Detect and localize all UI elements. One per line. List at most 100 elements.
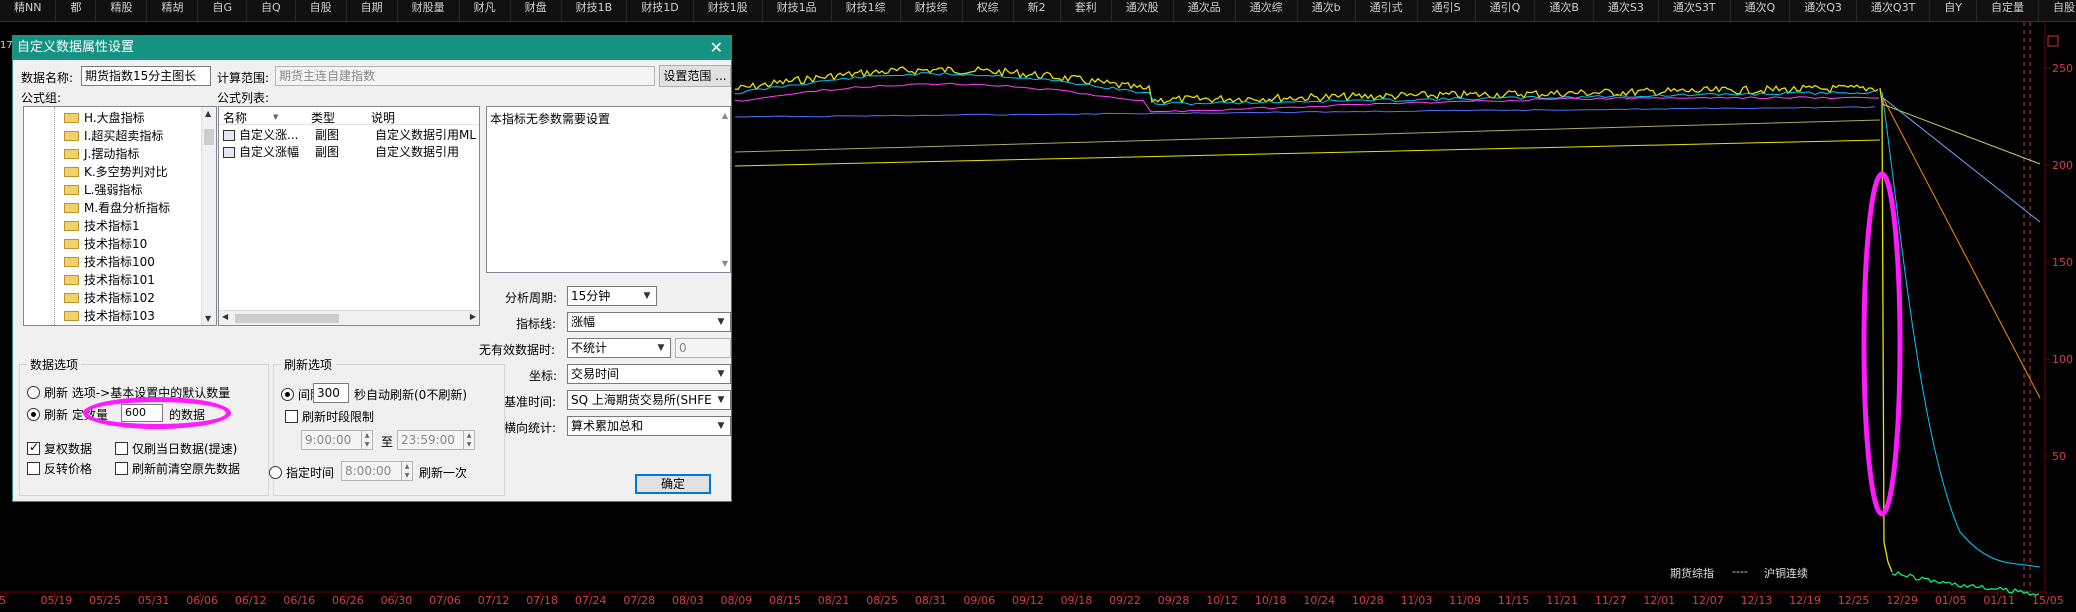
header-type[interactable]: 类型: [311, 109, 335, 126]
list-row[interactable]: 自定义涨... 副图 自定义数据引用ML: [223, 127, 479, 144]
list-hscrollbar[interactable]: ◀ ▶: [219, 310, 479, 325]
x-tick-label: 01/11: [1983, 594, 2016, 607]
toolbar-item[interactable]: 通次S3T: [1659, 0, 1731, 21]
tree-item[interactable]: 技术指标101: [64, 271, 155, 289]
formula-list[interactable]: 名称 ▼ 类型 说明 自定义涨... 副图 自定义数据引用ML 自定义涨幅 副图 自定义数…: [218, 106, 480, 326]
toolbar-item[interactable]: 都: [56, 0, 97, 21]
interval-input[interactable]: 300: [313, 383, 349, 403]
toolbar-item[interactable]: 通引S: [1418, 0, 1476, 21]
checkbox-icon[interactable]: [285, 410, 298, 423]
tree-item[interactable]: H.大盘指标: [64, 109, 145, 127]
tree-item[interactable]: I.超买超卖指标: [64, 127, 163, 145]
toolbar-item[interactable]: 自Y: [1930, 0, 1978, 21]
toolbar-item[interactable]: 通次S3: [1594, 0, 1659, 21]
checkbox-checked-icon[interactable]: [27, 440, 40, 455]
toolbar-item[interactable]: 财技1品: [763, 0, 832, 21]
toolbar-item[interactable]: 通次b: [1298, 0, 1356, 21]
fixed-time-label: 指定时间: [286, 466, 335, 480]
tree-item[interactable]: 技术指标103: [64, 307, 155, 325]
base-time-select[interactable]: SQ 上海期货交易所(SHFE ▼: [567, 390, 731, 410]
invalid-data-number: 0: [675, 338, 731, 358]
period-select[interactable]: 15分钟 ▼: [567, 286, 657, 306]
toolbar-item[interactable]: 自定量: [1977, 0, 2040, 21]
toolbar-item[interactable]: 自股: [2039, 0, 2076, 21]
scroll-right-icon[interactable]: ▶: [470, 312, 476, 321]
invalid-data-select[interactable]: 不统计 ▼: [567, 338, 671, 358]
horiz-stat-select[interactable]: 算术累加总和 ▼: [567, 416, 731, 436]
tree-item[interactable]: L.强弱指标: [64, 181, 143, 199]
fixed-time-option[interactable]: 指定时间: [269, 464, 334, 481]
data-name-input[interactable]: 期货指数15分主图长: [81, 66, 211, 86]
tree-item[interactable]: 技术指标100: [64, 253, 155, 271]
scroll-down-icon[interactable]: ▼: [205, 314, 211, 323]
param-scroll-up-icon[interactable]: ▲: [722, 111, 728, 120]
toolbar-item[interactable]: 自G: [198, 0, 247, 21]
cb-today[interactable]: 仅刷当日数据(提速): [115, 440, 237, 457]
header-name[interactable]: 名称: [223, 109, 247, 126]
toolbar-item[interactable]: 新2: [1014, 0, 1061, 21]
toolbar-item[interactable]: 财技综: [901, 0, 963, 21]
toolbar-item[interactable]: 精NN: [0, 0, 57, 21]
toolbar-item[interactable]: 精股: [96, 0, 148, 21]
tree-item[interactable]: 技术指标10: [64, 235, 147, 253]
cb-clear[interactable]: 刷新前清空原先数据: [115, 460, 240, 477]
time-from-value: 9:00:00: [305, 433, 352, 447]
x-tick-label: 10/28: [1352, 594, 1384, 607]
cb-reverse[interactable]: 反转价格: [27, 460, 92, 477]
scroll-up-icon[interactable]: ▲: [205, 109, 211, 118]
decay-line-olive: [1881, 103, 2041, 165]
x-tick-label: 07/18: [526, 594, 558, 607]
toolbar-item[interactable]: 通次品: [1174, 0, 1236, 21]
toolbar-item[interactable]: 通次Q: [1731, 0, 1791, 21]
tree-item[interactable]: 技术指标102: [64, 289, 155, 307]
close-icon[interactable]: ✕: [710, 36, 723, 60]
cb-time-limit[interactable]: 刷新时段限制: [285, 408, 374, 425]
list-cell-name: 自定义涨...: [239, 128, 299, 142]
hscroll-thumb[interactable]: [235, 314, 339, 323]
param-scroll-down-icon[interactable]: ▼: [722, 259, 728, 268]
x-tick-label: 12/25: [1837, 594, 1870, 607]
radio-icon[interactable]: [27, 386, 40, 399]
toolbar-item[interactable]: 通引Q: [1476, 0, 1536, 21]
toolbar-item[interactable]: 精胡: [147, 0, 199, 21]
toolbar-item[interactable]: 通次综: [1236, 0, 1298, 21]
toolbar-item[interactable]: 财技1B: [562, 0, 628, 21]
tree-item[interactable]: J.摆动指标: [64, 145, 139, 163]
cb-fuquan[interactable]: 复权数据: [27, 440, 92, 457]
checkbox-icon[interactable]: [115, 462, 128, 475]
indicator-line-select[interactable]: 涨幅 ▼: [567, 312, 731, 332]
checkbox-icon[interactable]: [115, 442, 128, 455]
toolbar-item[interactable]: 通引式: [1356, 0, 1418, 21]
radio-icon[interactable]: [269, 466, 282, 479]
toolbar-item[interactable]: 通次股: [1112, 0, 1174, 21]
list-row[interactable]: 自定义涨幅 副图 自定义数据引用: [223, 144, 479, 161]
toolbar-item[interactable]: 自期: [347, 0, 398, 21]
header-desc[interactable]: 说明: [371, 109, 395, 126]
ok-button[interactable]: 确定: [635, 474, 711, 494]
tree-item[interactable]: K.多空势判对比: [64, 163, 168, 181]
toolbar-item[interactable]: 通次B: [1535, 0, 1594, 21]
checkbox-icon[interactable]: [27, 462, 40, 475]
toolbar-item[interactable]: 自股: [296, 0, 347, 21]
tree-item[interactable]: 技术指标1: [64, 217, 140, 235]
toolbar-item[interactable]: 财技1综: [832, 0, 901, 21]
scroll-left-icon[interactable]: ◀: [222, 312, 228, 321]
toolbar-item[interactable]: 套利: [1061, 0, 1112, 21]
toolbar-item[interactable]: 财技1D: [627, 0, 694, 21]
toolbar-item[interactable]: 通次Q3T: [1857, 0, 1931, 21]
toolbar-item[interactable]: 财技1股: [694, 0, 763, 21]
toolbar-item[interactable]: 权综: [963, 0, 1014, 21]
toolbar-item[interactable]: 财凡: [460, 0, 511, 21]
radio-selected-icon[interactable]: [281, 388, 294, 401]
tree-item[interactable]: M.看盘分析指标: [64, 199, 170, 217]
toolbar-item[interactable]: 财股量: [398, 0, 460, 21]
set-range-button[interactable]: 设置范围 ...: [659, 65, 731, 87]
scroll-thumb[interactable]: [204, 129, 214, 145]
coord-select[interactable]: 交易时间 ▼: [567, 364, 731, 384]
formula-group-tree[interactable]: H.大盘指标 I.超买超卖指标 J.摆动指标 K.多空势判对比 L.强弱指标 M.看盘分析…: [23, 106, 217, 326]
toolbar-item[interactable]: 自Q: [247, 0, 296, 21]
toolbar-item[interactable]: 通次Q3: [1790, 0, 1857, 21]
toolbar-item[interactable]: 财盘: [511, 0, 562, 21]
radio-selected-icon[interactable]: [27, 408, 40, 421]
tree-scrollbar[interactable]: ▲ ▼: [201, 107, 216, 325]
